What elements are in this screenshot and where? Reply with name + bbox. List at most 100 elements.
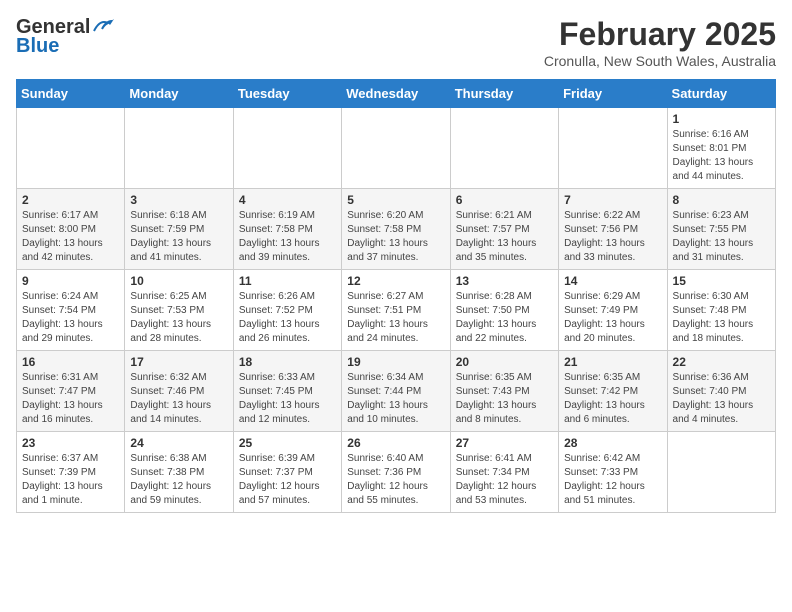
day-info: Sunrise: 6:35 AM Sunset: 7:43 PM Dayligh… (456, 371, 553, 427)
day-info: Sunrise: 6:27 AM Sunset: 7:51 PM Dayligh… (347, 290, 444, 346)
calendar-cell (667, 432, 775, 513)
day-number: 9 (22, 274, 119, 288)
calendar-cell: 20 Sunrise: 6:35 AM Sunset: 7:43 PM Dayli… (450, 351, 558, 432)
calendar-cell (342, 108, 450, 189)
day-number: 12 (347, 274, 444, 288)
weekday-header-friday: Friday (559, 80, 667, 108)
calendar-cell: 14Sunrise: 6:29 AM Sunset: 7:49 PM Dayli… (559, 270, 667, 351)
weekday-header-thursday: Thursday (450, 80, 558, 108)
calendar-table: SundayMondayTuesdayWednesdayThursdayFrid… (16, 79, 776, 513)
calendar-cell: 23 Sunrise: 6:37 AM Sunset: 7:39 PM Dayli… (17, 432, 125, 513)
calendar-cell: 13 Sunrise: 6:28 AM Sunset: 7:50 PM Dayli… (450, 270, 558, 351)
logo: General Blue (16, 16, 114, 58)
day-number: 28 (564, 436, 661, 450)
day-info: Sunrise: 6:17 AM Sunset: 8:00 PM Dayligh… (22, 209, 119, 265)
calendar-cell (450, 108, 558, 189)
day-number: 19 (347, 355, 444, 369)
day-info: Sunrise: 6:19 AM Sunset: 7:58 PM Dayligh… (239, 209, 336, 265)
calendar-cell: 19 Sunrise: 6:34 AM Sunset: 7:44 PM Dayli… (342, 351, 450, 432)
calendar-cell: 28 Sunrise: 6:42 AM Sunset: 7:33 PM Dayli… (559, 432, 667, 513)
day-info: Sunrise: 6:18 AM Sunset: 7:59 PM Dayligh… (130, 209, 227, 265)
day-number: 27 (456, 436, 553, 450)
day-info: Sunrise: 6:32 AM Sunset: 7:46 PM Dayligh… (130, 371, 227, 427)
day-number: 8 (673, 193, 770, 207)
calendar-cell (559, 108, 667, 189)
day-info: Sunrise: 6:36 AM Sunset: 7:40 PM Dayligh… (673, 371, 770, 427)
day-info: Sunrise: 6:25 AM Sunset: 7:53 PM Dayligh… (130, 290, 227, 346)
calendar-cell: 22 Sunrise: 6:36 AM Sunset: 7:40 PM Dayli… (667, 351, 775, 432)
calendar-cell (233, 108, 341, 189)
day-number: 26 (347, 436, 444, 450)
logo-bird-icon (92, 17, 114, 35)
day-number: 18 (239, 355, 336, 369)
day-info: Sunrise: 6:38 AM Sunset: 7:38 PM Dayligh… (130, 452, 227, 508)
calendar-cell: 11 Sunrise: 6:26 AM Sunset: 7:52 PM Dayli… (233, 270, 341, 351)
calendar-cell: 1 Sunrise: 6:16 AM Sunset: 8:01 PM Daylig… (667, 108, 775, 189)
day-number: 3 (130, 193, 227, 207)
day-info: Sunrise: 6:30 AM Sunset: 7:48 PM Dayligh… (673, 290, 770, 346)
calendar-cell: 9 Sunrise: 6:24 AM Sunset: 7:54 PM Daylig… (17, 270, 125, 351)
weekday-header-monday: Monday (125, 80, 233, 108)
day-number: 24 (130, 436, 227, 450)
day-info: Sunrise: 6:22 AM Sunset: 7:56 PM Dayligh… (564, 209, 661, 265)
calendar-cell (125, 108, 233, 189)
calendar-cell: 12 Sunrise: 6:27 AM Sunset: 7:51 PM Dayli… (342, 270, 450, 351)
day-number: 11 (239, 274, 336, 288)
day-info: Sunrise: 6:24 AM Sunset: 7:54 PM Dayligh… (22, 290, 119, 346)
day-info: Sunrise: 6:34 AM Sunset: 7:44 PM Dayligh… (347, 371, 444, 427)
logo-blue: Blue (16, 35, 59, 58)
calendar-cell: 4 Sunrise: 6:19 AM Sunset: 7:58 PM Daylig… (233, 189, 341, 270)
weekday-header-saturday: Saturday (667, 80, 775, 108)
weekday-header-wednesday: Wednesday (342, 80, 450, 108)
calendar-week-5: 23 Sunrise: 6:37 AM Sunset: 7:39 PM Dayli… (17, 432, 776, 513)
calendar-cell: 8 Sunrise: 6:23 AM Sunset: 7:55 PM Daylig… (667, 189, 775, 270)
title-block: February 2025 Cronulla, New South Wales,… (544, 16, 776, 69)
day-info: Sunrise: 6:35 AM Sunset: 7:42 PM Dayligh… (564, 371, 661, 427)
day-info: Sunrise: 6:23 AM Sunset: 7:55 PM Dayligh… (673, 209, 770, 265)
calendar-title: February 2025 (544, 16, 776, 53)
day-number: 22 (673, 355, 770, 369)
calendar-cell (17, 108, 125, 189)
day-number: 1 (673, 112, 770, 126)
day-info: Sunrise: 6:28 AM Sunset: 7:50 PM Dayligh… (456, 290, 553, 346)
calendar-week-4: 16 Sunrise: 6:31 AM Sunset: 7:47 PM Dayli… (17, 351, 776, 432)
day-number: 4 (239, 193, 336, 207)
calendar-cell: 5Sunrise: 6:20 AM Sunset: 7:58 PM Daylig… (342, 189, 450, 270)
day-number: 17 (130, 355, 227, 369)
day-info: Sunrise: 6:26 AM Sunset: 7:52 PM Dayligh… (239, 290, 336, 346)
calendar-cell: 10 Sunrise: 6:25 AM Sunset: 7:53 PM Dayli… (125, 270, 233, 351)
calendar-cell: 18Sunrise: 6:33 AM Sunset: 7:45 PM Dayli… (233, 351, 341, 432)
day-number: 16 (22, 355, 119, 369)
day-number: 15 (673, 274, 770, 288)
day-info: Sunrise: 6:42 AM Sunset: 7:33 PM Dayligh… (564, 452, 661, 508)
calendar-cell: 17 Sunrise: 6:32 AM Sunset: 7:46 PM Dayli… (125, 351, 233, 432)
calendar-cell: 24 Sunrise: 6:38 AM Sunset: 7:38 PM Dayli… (125, 432, 233, 513)
calendar-cell: 16 Sunrise: 6:31 AM Sunset: 7:47 PM Dayli… (17, 351, 125, 432)
day-number: 13 (456, 274, 553, 288)
calendar-cell: 15 Sunrise: 6:30 AM Sunset: 7:48 PM Dayli… (667, 270, 775, 351)
day-info: Sunrise: 6:29 AM Sunset: 7:49 PM Dayligh… (564, 290, 661, 346)
day-number: 5 (347, 193, 444, 207)
calendar-cell: 3 Sunrise: 6:18 AM Sunset: 7:59 PM Daylig… (125, 189, 233, 270)
day-number: 6 (456, 193, 553, 207)
day-info: Sunrise: 6:16 AM Sunset: 8:01 PM Dayligh… (673, 128, 770, 184)
calendar-cell: 25Sunrise: 6:39 AM Sunset: 7:37 PM Dayli… (233, 432, 341, 513)
day-number: 20 (456, 355, 553, 369)
day-info: Sunrise: 6:40 AM Sunset: 7:36 PM Dayligh… (347, 452, 444, 508)
day-number: 25 (239, 436, 336, 450)
day-number: 21 (564, 355, 661, 369)
calendar-subtitle: Cronulla, New South Wales, Australia (544, 53, 776, 69)
calendar-cell: 26 Sunrise: 6:40 AM Sunset: 7:36 PM Dayli… (342, 432, 450, 513)
day-number: 10 (130, 274, 227, 288)
calendar-cell: 7Sunrise: 6:22 AM Sunset: 7:56 PM Daylig… (559, 189, 667, 270)
day-info: Sunrise: 6:41 AM Sunset: 7:34 PM Dayligh… (456, 452, 553, 508)
day-number: 23 (22, 436, 119, 450)
weekday-header-tuesday: Tuesday (233, 80, 341, 108)
day-number: 2 (22, 193, 119, 207)
page-header: General Blue February 2025 Cronulla, New… (16, 16, 776, 69)
calendar-cell: 6Sunrise: 6:21 AM Sunset: 7:57 PM Daylig… (450, 189, 558, 270)
calendar-week-3: 9 Sunrise: 6:24 AM Sunset: 7:54 PM Daylig… (17, 270, 776, 351)
calendar-cell: 21 Sunrise: 6:35 AM Sunset: 7:42 PM Dayli… (559, 351, 667, 432)
day-info: Sunrise: 6:31 AM Sunset: 7:47 PM Dayligh… (22, 371, 119, 427)
day-info: Sunrise: 6:37 AM Sunset: 7:39 PM Dayligh… (22, 452, 119, 508)
